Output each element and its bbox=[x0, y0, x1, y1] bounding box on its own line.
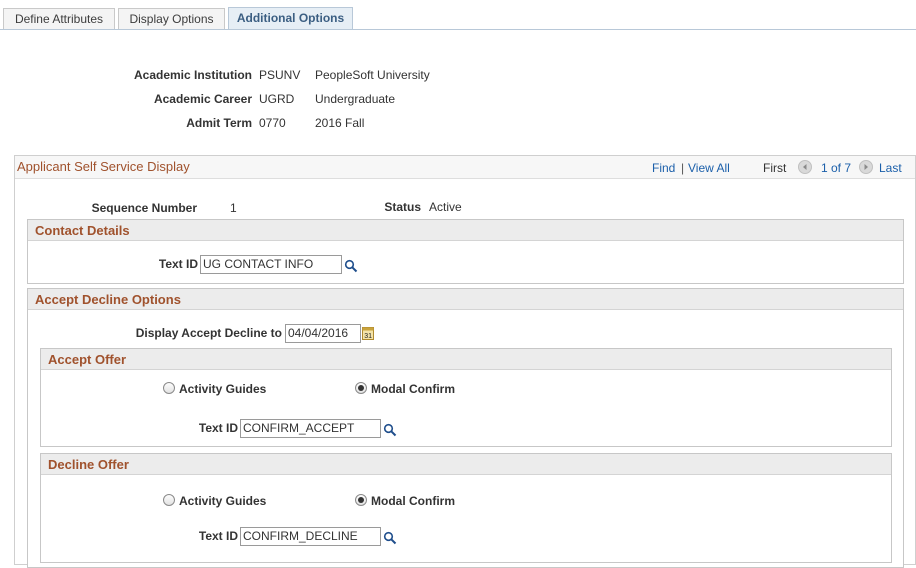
career-label: Academic Career bbox=[153, 92, 252, 106]
last-link[interactable]: Last bbox=[879, 161, 902, 175]
decline-activity-guides-label: Activity Guides bbox=[179, 494, 267, 508]
status-label: Status bbox=[384, 200, 421, 214]
display-accept-decline-date-field[interactable]: 04/04/2016 bbox=[285, 324, 361, 343]
tab-underline bbox=[0, 29, 916, 30]
tab-display-options[interactable]: Display Options bbox=[118, 8, 225, 29]
magnifier-icon[interactable] bbox=[344, 259, 358, 276]
accept-decline-header: Accept Decline Options bbox=[28, 289, 903, 310]
accept-modal-confirm-radio[interactable] bbox=[355, 382, 367, 394]
sequence-number-value: 1 bbox=[230, 201, 237, 215]
institution-code: PSUNV bbox=[259, 68, 301, 82]
tab-additional-options[interactable]: Additional Options bbox=[228, 7, 353, 29]
magnifier-icon[interactable] bbox=[383, 423, 397, 440]
decline-activity-guides-radio[interactable] bbox=[163, 494, 175, 506]
career-code: UGRD bbox=[259, 92, 295, 106]
term-label: Admit Term bbox=[186, 116, 252, 130]
accept-text-id-field[interactable]: CONFIRM_ACCEPT bbox=[240, 419, 381, 438]
find-link[interactable]: Find bbox=[652, 161, 675, 175]
contact-text-id-label: Text ID bbox=[158, 257, 198, 271]
decline-modal-confirm-radio[interactable] bbox=[355, 494, 367, 506]
display-accept-decline-label: Display Accept Decline to bbox=[135, 326, 282, 340]
grid-title: Applicant Self Service Display bbox=[17, 159, 190, 174]
term-name: 2016 Fall bbox=[315, 116, 365, 130]
contact-text-id-field[interactable]: UG CONTACT INFO bbox=[200, 255, 342, 274]
svg-text:31: 31 bbox=[364, 333, 372, 340]
accept-activity-guides-radio[interactable] bbox=[163, 382, 175, 394]
sequence-number-label: Sequence Number bbox=[91, 201, 197, 215]
left-arrow-icon[interactable] bbox=[798, 160, 812, 174]
institution-label: Academic Institution bbox=[133, 68, 252, 82]
accept-modal-confirm-label: Modal Confirm bbox=[371, 382, 455, 396]
accept-offer-header: Accept Offer bbox=[41, 349, 891, 370]
link-separator: | bbox=[681, 161, 685, 175]
decline-modal-confirm-label: Modal Confirm bbox=[371, 494, 455, 508]
contact-details-header: Contact Details bbox=[28, 220, 903, 241]
status-value: Active bbox=[429, 200, 462, 214]
calendar-icon[interactable]: 31 bbox=[362, 327, 374, 343]
decline-text-id-label: Text ID bbox=[198, 529, 238, 543]
first-label: First bbox=[763, 161, 787, 175]
term-code: 0770 bbox=[259, 116, 286, 130]
accept-text-id-label: Text ID bbox=[198, 421, 238, 435]
decline-text-id-field[interactable]: CONFIRM_DECLINE bbox=[240, 527, 381, 546]
magnifier-icon[interactable] bbox=[383, 531, 397, 548]
decline-offer-header: Decline Offer bbox=[41, 454, 891, 475]
tab-define-attributes[interactable]: Define Attributes bbox=[3, 8, 115, 29]
career-name: Undergraduate bbox=[315, 92, 396, 106]
accept-activity-guides-label: Activity Guides bbox=[179, 382, 267, 396]
institution-name: PeopleSoft University bbox=[315, 68, 430, 82]
view-all-link[interactable]: View All bbox=[688, 161, 730, 175]
row-position: 1 of 7 bbox=[821, 161, 852, 175]
right-arrow-icon[interactable] bbox=[859, 160, 873, 174]
